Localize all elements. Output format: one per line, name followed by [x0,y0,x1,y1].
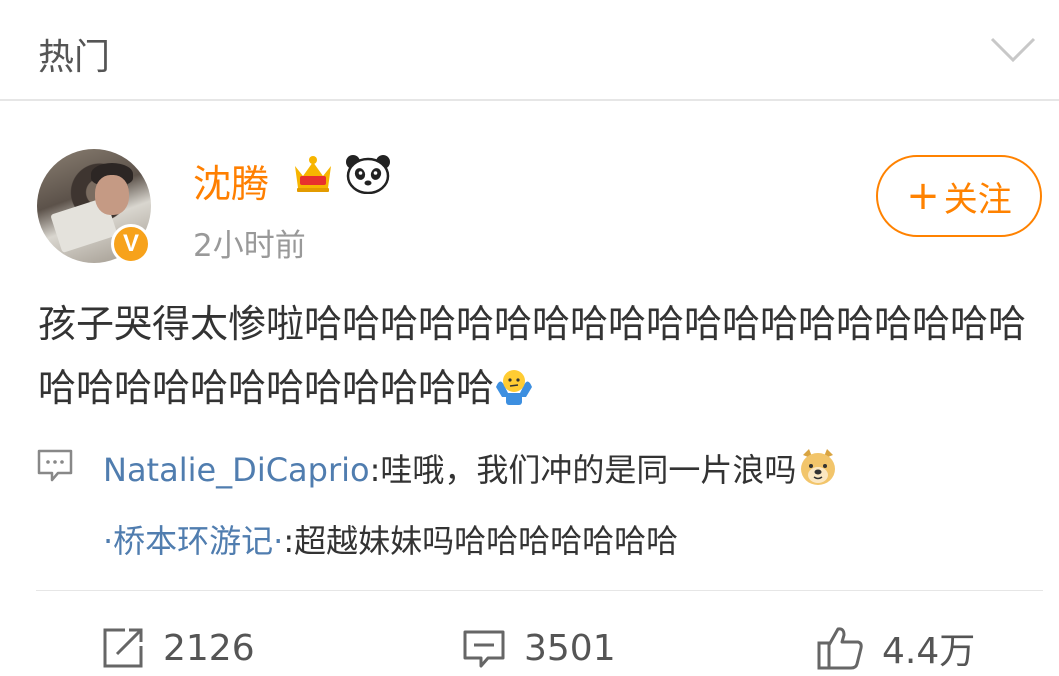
comment-icon [37,449,73,482]
comment-text: 超越妹妹吗哈哈哈哈哈哈哈 [294,522,679,560]
post-time: 2小时前 [193,228,306,264]
divider [36,590,1043,591]
repost-icon [103,628,143,668]
repost-count: 2126 [163,627,255,669]
post-body: 孩子哭得太惨啦哈哈哈哈哈哈哈哈哈哈哈哈哈哈哈哈哈哈哈哈哈哈哈哈哈哈哈哈哈哈哈 [38,292,1038,420]
comment-count: 3501 [524,627,616,669]
shrug-emoji-icon [496,370,533,405]
like-count: 4.4万 [882,631,976,672]
doge-emoji-icon [801,449,836,485]
comment-text: 哇哦，我们冲的是同一片浪吗 [380,451,797,489]
repost-button[interactable]: 2126 [101,620,255,676]
follow-label: 关注 [943,179,1012,220]
top-bar: 热门 [0,0,1059,101]
comment-user[interactable]: ·桥本环游记· [103,522,283,560]
username[interactable]: 沈腾 [193,153,269,208]
comment-separator: : [369,451,381,489]
comment-icon [463,630,505,668]
like-button[interactable]: 4.4万 [816,620,975,676]
verified-badge-icon: V [111,224,151,264]
panda-icon[interactable] [345,154,391,194]
chevron-down-icon[interactable] [989,34,1037,64]
crown-icon[interactable] [292,154,334,194]
comment-item: ·桥本环游记·:超越妹妹吗哈哈哈哈哈哈哈 [103,516,678,562]
comment-separator: : [283,522,295,560]
comment-user[interactable]: Natalie_DiCaprio [103,451,370,489]
plus-icon: + [906,173,940,219]
page-title: 热门 [38,37,111,78]
follow-button[interactable]: + 关注 [876,155,1042,237]
comment-item: Natalie_DiCaprio:哇哦，我们冲的是同一片浪吗 [103,445,838,491]
thumbs-up-icon [817,627,863,670]
comment-button[interactable]: 3501 [462,620,616,676]
